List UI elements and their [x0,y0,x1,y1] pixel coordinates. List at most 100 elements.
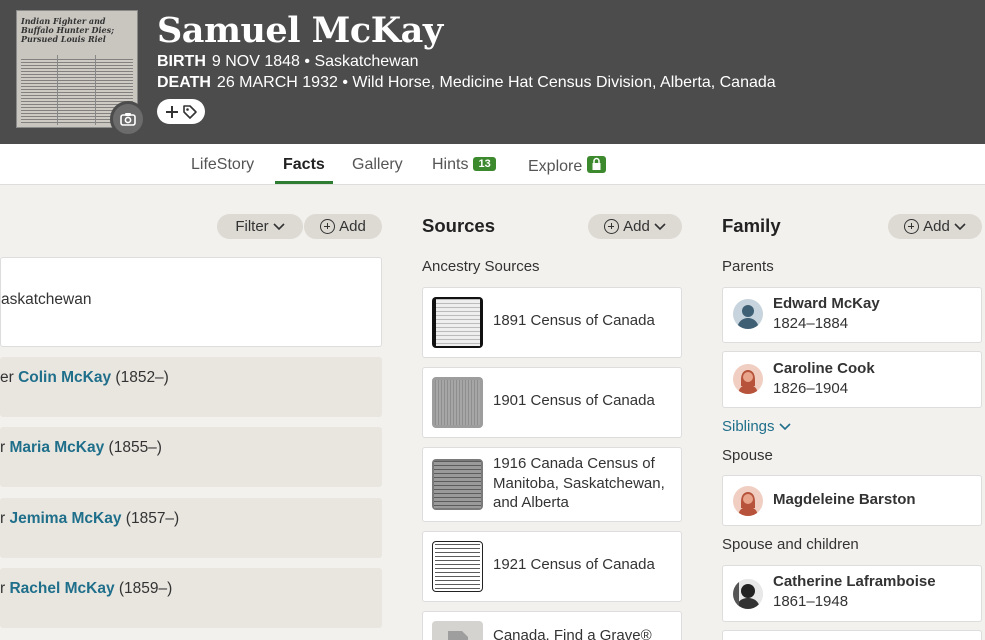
chevron-down-icon [779,423,791,431]
source-card[interactable]: 1916 Canada Census of Manitoba, Saskatch… [422,447,682,522]
spouse-and-children-heading: Spouse and children [722,536,859,553]
chevron-down-icon [954,222,966,230]
source-thumbnail [432,377,483,428]
add-tag-button[interactable] [157,99,205,124]
source-card[interactable]: 1901 Census of Canada [422,367,682,438]
source-thumbnail [432,621,483,640]
spouse-card[interactable]: Magdeleine Barston [722,475,982,526]
spouse-card[interactable]: Catherine Laframboise 1861–1948 [722,565,982,622]
sibling-link[interactable]: Maria McKay [9,439,104,456]
chevron-down-icon [654,222,666,230]
birth-value: 9 NOV 1848 • Saskatchewan [211,53,419,70]
siblings-label: Siblings [722,418,775,435]
fact-row-years: (1852–) [111,369,169,386]
tag-icon [182,104,197,119]
plus-icon [165,105,178,118]
source-title: Canada, Find a Grave® [493,627,652,640]
circle-plus-icon [320,219,336,234]
ancestry-sources-heading: Ancestry Sources [422,258,540,275]
circle-plus-icon [604,219,620,234]
source-title: 1916 Canada Census of Manitoba, Saskatch… [493,455,665,511]
add-family-label: Add [923,218,950,235]
fact-card-text: askatchewan [1,291,92,308]
source-thumbnail [432,459,483,510]
person-dates: 1861–1948 [773,593,849,610]
tab-lifestory[interactable]: LifeStory [191,156,254,174]
spouse-heading: Spouse [722,447,773,464]
person-name[interactable]: Catherine Laframboise [773,573,936,590]
source-thumbnail [432,541,483,592]
filter-button[interactable]: Filter [217,214,303,239]
parent-card-mother[interactable]: Caroline Cook 1826–1904 [722,351,982,408]
parent-card-father[interactable]: Edward McKay 1824–1884 [722,287,982,343]
person-dates: 1824–1884 [773,315,849,332]
fact-card[interactable]: askatchewan [0,257,382,347]
person-name[interactable]: Magdeleine Barston [773,491,916,508]
fact-row-sibling[interactable]: er Colin McKay (1852–) [0,357,382,417]
death-line: DEATH 26 MARCH 1932 • Wild Horse, Medicin… [157,74,776,92]
fact-row-text: er Colin McKay (1852–) [0,369,169,387]
fact-row-sibling[interactable]: r Rachel McKay (1859–) [0,568,382,628]
tab-hints[interactable]: Hints 13 [432,156,496,174]
source-title: 1921 Census of Canada [493,556,655,573]
fact-row-prefix: er [0,369,19,386]
camera-icon [120,113,136,126]
add-fact-label: Add [339,218,366,235]
tab-bar: LifeStory Facts Gallery Hints 13 Explore [0,144,985,185]
add-fact-button[interactable]: Add [303,214,382,239]
person-name: Samuel McKay [157,10,443,51]
add-source-button[interactable]: Add [588,214,682,239]
sibling-link[interactable]: Rachel McKay [9,580,114,597]
source-title: 1901 Census of Canada [493,392,655,409]
person-header: Indian Fighter and Buffalo Hunter Dies; … [0,0,985,144]
fact-row-text: r Jemima McKay (1857–) [0,510,179,528]
photo-headline: Indian Fighter and Buffalo Hunter Dies; … [21,16,115,44]
siblings-toggle[interactable]: Siblings [722,418,791,435]
newspaper-column-rule [57,55,58,125]
person-name[interactable]: Caroline Cook [773,360,875,377]
parents-heading: Parents [722,258,774,275]
person-name[interactable]: Edward McKay [773,295,880,312]
sibling-link[interactable]: Jemima McKay [9,510,121,527]
add-source-label: Add [623,218,650,235]
chevron-down-icon [273,222,285,230]
fact-row-sibling[interactable]: r Maria McKay (1855–) [0,427,382,487]
family-card-partial[interactable] [722,630,982,640]
death-value: 26 MARCH 1932 • Wild Horse, Medicine Hat… [216,74,776,91]
lock-icon [587,156,607,173]
source-card[interactable]: 1921 Census of Canada [422,531,682,602]
female-avatar-icon [733,364,763,394]
tab-gallery[interactable]: Gallery [352,156,403,174]
fact-row-years: (1859–) [114,580,173,597]
change-photo-button[interactable] [110,101,146,137]
person-dates: 1826–1904 [773,380,849,397]
fact-row-years: (1857–) [121,510,180,527]
filter-label: Filter [235,218,269,235]
tab-explore[interactable]: Explore [528,156,607,176]
birth-label: BIRTH [157,53,206,70]
source-card[interactable]: 1891 Census of Canada [422,287,682,358]
active-tab-indicator [275,181,333,184]
tab-facts[interactable]: Facts [283,156,325,174]
fact-row-text: r Rachel McKay (1859–) [0,580,172,598]
hints-count-badge: 13 [473,157,496,171]
tab-hints-label: Hints [432,156,469,173]
source-thumbnail [432,297,483,348]
fact-row-text: r Maria McKay (1855–) [0,439,162,457]
add-family-button[interactable]: Add [888,214,982,239]
death-label: DEATH [157,74,211,91]
male-avatar-icon [733,299,763,329]
fact-row-years: (1855–) [104,439,162,456]
female-avatar-icon [733,486,763,516]
family-heading: Family [722,215,781,236]
document-icon [448,631,468,640]
tab-explore-label: Explore [528,158,583,175]
circle-plus-icon [904,219,920,234]
source-title: 1891 Census of Canada [493,312,655,329]
fact-row-sibling[interactable]: r Jemima McKay (1857–) [0,498,382,558]
source-card[interactable]: Canada, Find a Grave® [422,611,682,640]
newspaper-column-rule [95,55,96,125]
sibling-link[interactable]: Colin McKay [18,369,111,386]
sources-heading: Sources [422,215,496,236]
spouse-photo [733,579,763,609]
